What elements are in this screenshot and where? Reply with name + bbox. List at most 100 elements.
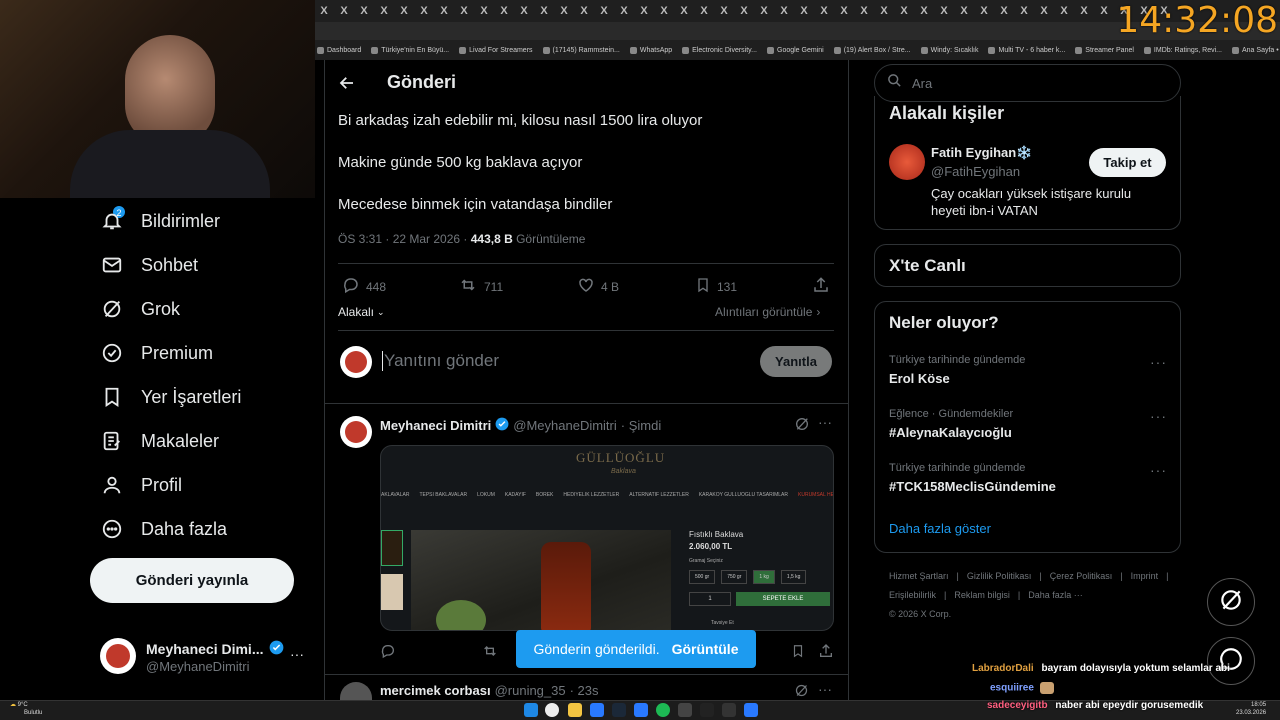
trend-more-icon[interactable]: ···	[1150, 462, 1167, 478]
view-quotes-link[interactable]: Alıntıları görüntüle ›	[715, 305, 820, 319]
browser-tab[interactable]: X	[595, 2, 613, 20]
reply-author-handle[interactable]: @MeyhaneDimitri	[513, 418, 617, 433]
browser-tab[interactable]: X	[515, 2, 533, 20]
browser-tab[interactable]: X	[755, 2, 773, 20]
bookmark-item[interactable]: Ana Sayfa • HBO Max	[1232, 46, 1280, 54]
back-arrow-icon[interactable]	[338, 74, 356, 97]
system-clock[interactable]: 18:05 23.03.2026	[1236, 701, 1266, 717]
nav-chat[interactable]: Sohbet	[100, 250, 198, 280]
bookmark-item[interactable]: (17145) Rammstein...	[542, 46, 620, 54]
browser-tab[interactable]: X	[775, 2, 793, 20]
grok-float-button[interactable]	[1207, 578, 1255, 626]
sort-dropdown[interactable]: Alakalı ⌄	[338, 305, 385, 319]
post-button[interactable]: Gönderi yayınla	[90, 558, 294, 603]
reply-author-name[interactable]: Meyhaneci Dimitri	[380, 418, 491, 433]
browser-tab[interactable]: X	[555, 2, 573, 20]
steam-icon[interactable]	[612, 703, 626, 717]
browser-tab[interactable]: X	[895, 2, 913, 20]
weather-widget[interactable]: ☁ 9°C Bulutlu	[10, 701, 42, 717]
bookmark-icon[interactable]	[791, 643, 805, 664]
browser-tab[interactable]: X	[655, 2, 673, 20]
browser-tab[interactable]: X	[475, 2, 493, 20]
messages-float-button[interactable]	[1207, 637, 1255, 685]
reply-button[interactable]: Yanıtla	[760, 346, 832, 377]
nav-bookmarks[interactable]: Yer İşaretleri	[100, 382, 241, 412]
browser-tab[interactable]: X	[1015, 2, 1033, 20]
person-name[interactable]: Fatih Eygihan❄️	[931, 145, 1032, 161]
account-name-row[interactable]: Meyhaneci Dimi...	[146, 640, 284, 658]
trend-more-icon[interactable]: ···	[1150, 408, 1167, 424]
browser-tab[interactable]: X	[455, 2, 473, 20]
share-icon[interactable]	[812, 276, 830, 299]
browser-tab[interactable]: X	[495, 2, 513, 20]
browser-tab[interactable]: X	[1095, 2, 1113, 20]
reply-image[interactable]: GÜLLÜOĞLU Baklava AKLAVALAR TEPSİ BAKLAVA…	[380, 445, 834, 631]
browser-tab[interactable]: X	[795, 2, 813, 20]
bookmark-item[interactable]: WhatsApp	[629, 46, 672, 54]
footer-link[interactable]: Erişilebilirlik	[889, 590, 936, 600]
footer-link[interactable]: Reklam bilgisi	[954, 590, 1010, 600]
footer-link[interactable]: Çerez Politikası	[1050, 571, 1113, 581]
browser-tab[interactable]: X	[535, 2, 553, 20]
show-more-link[interactable]: Daha fazla göster	[889, 521, 991, 536]
retweet-icon[interactable]	[481, 643, 499, 664]
app-icon[interactable]	[744, 703, 758, 717]
footer-link[interactable]: Imprint	[1131, 571, 1159, 581]
trend-name[interactable]: #AleynaKalaycıoğlu	[889, 425, 1012, 440]
nav-notifications[interactable]: Bildirimler	[100, 206, 220, 236]
trend-more-icon[interactable]: ···	[1150, 354, 1167, 370]
browser-tab[interactable]: X	[975, 2, 993, 20]
bookmark-item[interactable]: Electronic Diversity...	[682, 46, 757, 54]
browser-tab[interactable]: X	[435, 2, 453, 20]
reply-avatar[interactable]	[340, 416, 372, 448]
app-icon[interactable]	[678, 703, 692, 717]
more-options-icon[interactable]: ···	[818, 414, 832, 430]
browser-tab[interactable]: X	[1075, 2, 1093, 20]
bookmark-item[interactable]: Google Gemini	[767, 46, 824, 54]
reply2-author-handle[interactable]: @runing_35	[495, 683, 566, 700]
follow-button[interactable]: Takip et	[1089, 148, 1166, 177]
bookmark-item[interactable]: Windy: Sıcaklık	[920, 46, 978, 54]
browser-tab[interactable]: X	[695, 2, 713, 20]
bookmark-action[interactable]: 131	[695, 276, 737, 297]
tweet-timestamp[interactable]: ÖS 3:31 · 22 Mar 2026 ·	[338, 232, 471, 246]
browser-tab[interactable]: X	[395, 2, 413, 20]
more-options-icon[interactable]: ···	[818, 681, 832, 697]
nav-more[interactable]: Daha fazla	[100, 514, 227, 544]
reply-action[interactable]: 448	[342, 276, 386, 297]
browser-tab[interactable]: X	[1035, 2, 1053, 20]
bookmark-item[interactable]: IMDb: Ratings, Revi...	[1143, 46, 1222, 54]
nav-premium[interactable]: Premium	[100, 338, 213, 368]
bookmark-item[interactable]: Livad For Streamers	[459, 46, 533, 54]
bookmark-item[interactable]: Dashboard	[317, 46, 361, 54]
bookmark-item[interactable]: Multi TV - 6 haber k...	[988, 46, 1065, 54]
reply2-author-name[interactable]: mercimek corbası	[380, 683, 491, 700]
browser-tab[interactable]: X	[815, 2, 833, 20]
browser-tab[interactable]: X	[335, 2, 353, 20]
bookmark-item[interactable]: (19) Alert Box / Stre...	[833, 46, 911, 54]
browser-tab[interactable]: X	[935, 2, 953, 20]
browser-tab[interactable]: X	[355, 2, 373, 20]
footer-link[interactable]: Gizlilik Politikası	[967, 571, 1032, 581]
app-icon[interactable]	[722, 703, 736, 717]
person-handle[interactable]: @FatihEygihan	[931, 164, 1020, 179]
browser-tab[interactable]: X	[415, 2, 433, 20]
browser-tab[interactable]: X	[715, 2, 733, 20]
bookmark-item[interactable]: Türkiye'nin En Büyü...	[371, 46, 449, 54]
share-icon[interactable]	[818, 643, 834, 664]
search-input[interactable]: Ara	[912, 76, 932, 91]
footer-link[interactable]: Daha fazla ···	[1028, 590, 1083, 600]
retweet-action[interactable]: 711	[458, 276, 503, 297]
nav-grok[interactable]: Grok	[100, 294, 180, 324]
browser-tab[interactable]: X	[1055, 2, 1073, 20]
app-icon[interactable]	[590, 703, 604, 717]
trend-name[interactable]: Erol Köse	[889, 371, 950, 386]
footer-link[interactable]: Hizmet Şartları	[889, 571, 949, 581]
browser-tab[interactable]: X	[735, 2, 753, 20]
grok-icon[interactable]	[794, 416, 810, 437]
browser-tab[interactable]: X	[835, 2, 853, 20]
chrome-icon[interactable]	[545, 703, 559, 717]
nav-profile[interactable]: Profil	[100, 470, 182, 500]
browser-tab[interactable]: X	[915, 2, 933, 20]
spotify-icon[interactable]	[656, 703, 670, 717]
